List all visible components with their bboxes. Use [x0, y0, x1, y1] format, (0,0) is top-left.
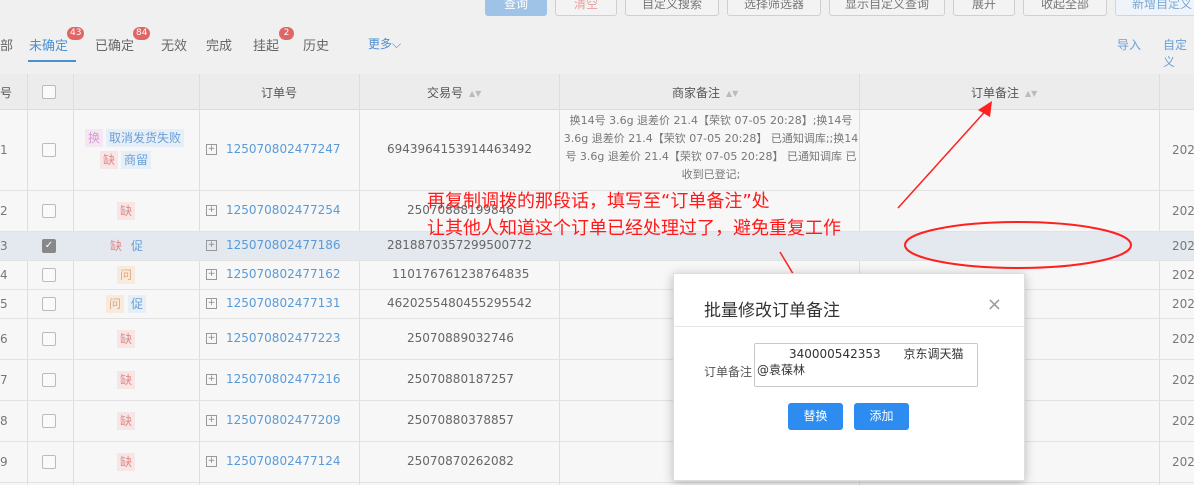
arrowhead-icon	[978, 101, 992, 117]
close-icon[interactable]: ×	[987, 294, 1002, 315]
textarea-line-1: 340000542353 京东调天猫	[789, 347, 964, 361]
arrow-to-order-note	[897, 105, 991, 209]
order-note-label: 订单备注	[704, 365, 753, 379]
add-button[interactable]: 添加	[854, 403, 909, 430]
replace-button[interactable]: 替换	[788, 403, 843, 430]
dialog-divider	[674, 326, 1024, 327]
dialog-title: 批量修改订单备注	[704, 301, 840, 321]
batch-edit-note-dialog: 批量修改订单备注 × 订单备注 340000542353 京东调天猫 @袁葆林 …	[673, 273, 1025, 481]
order-note-textarea[interactable]: 340000542353 京东调天猫 @袁葆林	[754, 343, 978, 387]
textarea-line-2: @袁葆林	[757, 363, 806, 377]
highlight-ellipse	[904, 221, 1132, 269]
